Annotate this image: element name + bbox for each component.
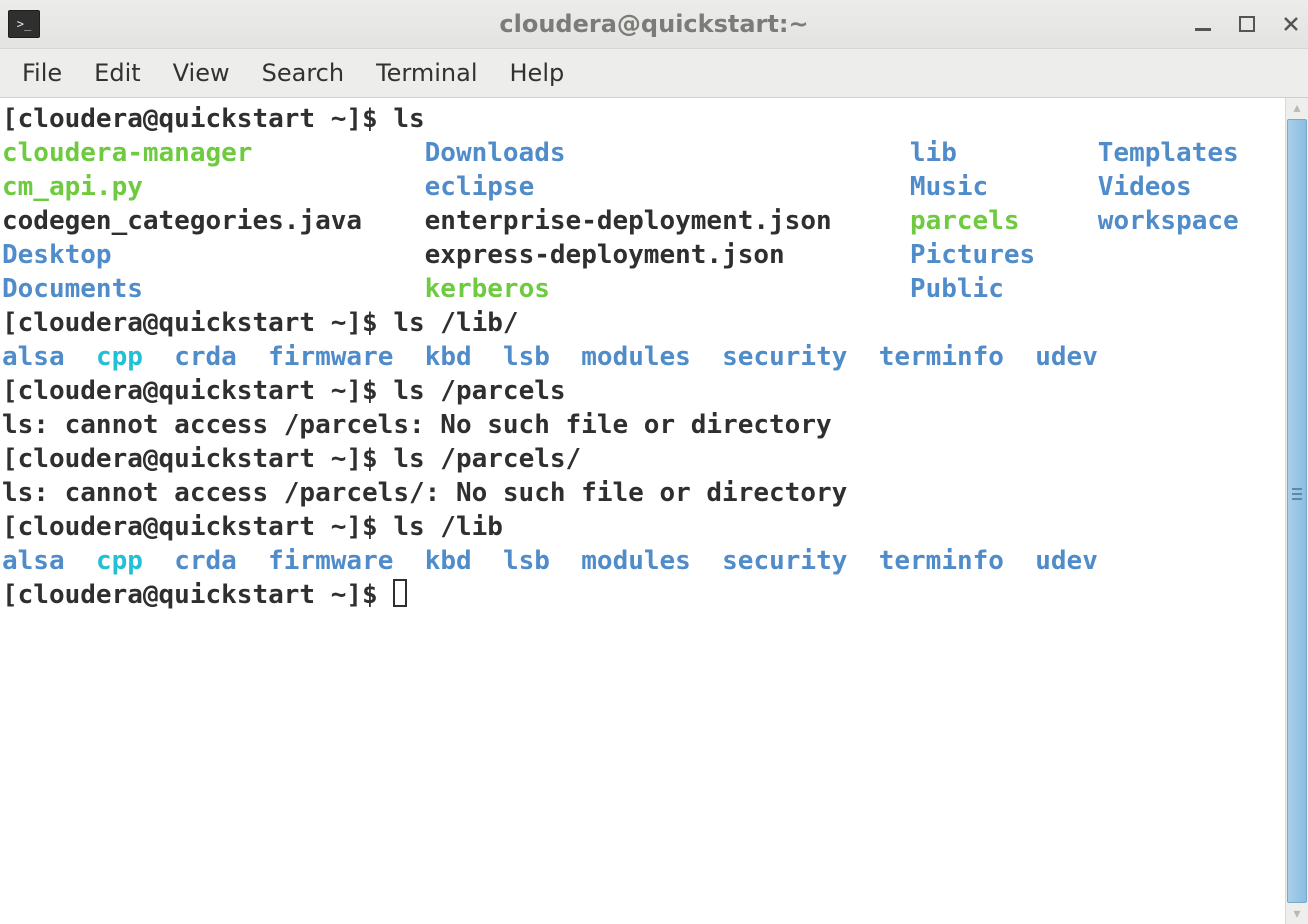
scrollbar-grip-icon — [1292, 488, 1302, 506]
terminal-app-icon-glyph: >_ — [17, 18, 31, 30]
terminal-output[interactable]: [cloudera@quickstart ~]$ lscloudera-mana… — [0, 98, 1285, 924]
close-icon — [1283, 16, 1299, 32]
terminal-body: [cloudera@quickstart ~]$ lscloudera-mana… — [0, 98, 1308, 924]
maximize-button[interactable] — [1236, 13, 1258, 35]
window-controls — [1192, 0, 1302, 48]
maximize-icon — [1239, 16, 1255, 32]
terminal-line: Desktop express-deployment.json Pictures — [2, 238, 1283, 272]
vertical-scrollbar[interactable]: ▴ ▾ — [1285, 98, 1308, 924]
minimize-button[interactable] — [1192, 13, 1214, 35]
terminal-line: cloudera-manager Downloads lib Templates — [2, 136, 1283, 170]
terminal-line: [cloudera@quickstart ~]$ — [2, 578, 1283, 612]
terminal-line: ls: cannot access /parcels: No such file… — [2, 408, 1283, 442]
scrollbar-thumb[interactable] — [1287, 119, 1307, 903]
terminal-line: [cloudera@quickstart ~]$ ls /lib/ — [2, 306, 1283, 340]
terminal-line: [cloudera@quickstart ~]$ ls — [2, 102, 1283, 136]
menu-terminal[interactable]: Terminal — [360, 55, 493, 91]
scroll-up-arrow-icon[interactable]: ▴ — [1286, 98, 1308, 118]
close-button[interactable] — [1280, 13, 1302, 35]
terminal-line: [cloudera@quickstart ~]$ ls /parcels/ — [2, 442, 1283, 476]
menubar: File Edit View Search Terminal Help — [0, 49, 1308, 98]
terminal-app-icon: >_ — [8, 10, 40, 38]
scroll-down-arrow-icon[interactable]: ▾ — [1286, 904, 1308, 924]
terminal-line: codegen_categories.java enterprise-deplo… — [2, 204, 1283, 238]
window-title: cloudera@quickstart:~ — [0, 10, 1308, 38]
terminal-line: ls: cannot access /parcels/: No such fil… — [2, 476, 1283, 510]
terminal-line: [cloudera@quickstart ~]$ ls /lib — [2, 510, 1283, 544]
terminal-line: alsa cpp crda firmware kbd lsb modules s… — [2, 340, 1283, 374]
menu-edit[interactable]: Edit — [78, 55, 156, 91]
minimize-icon — [1194, 15, 1212, 33]
menu-help[interactable]: Help — [494, 55, 581, 91]
scrollbar-track[interactable] — [1287, 119, 1307, 903]
terminal-window: >_ cloudera@quickstart:~ File Edit View … — [0, 0, 1308, 924]
menu-search[interactable]: Search — [246, 55, 360, 91]
menu-view[interactable]: View — [157, 55, 246, 91]
terminal-line: Documents kerberos Public — [2, 272, 1283, 306]
menu-file[interactable]: File — [6, 55, 78, 91]
terminal-line: [cloudera@quickstart ~]$ ls /parcels — [2, 374, 1283, 408]
titlebar: >_ cloudera@quickstart:~ — [0, 0, 1308, 49]
terminal-line: alsa cpp crda firmware kbd lsb modules s… — [2, 544, 1283, 578]
terminal-line: cm_api.py eclipse Music Videos — [2, 170, 1283, 204]
terminal-cursor — [393, 579, 407, 607]
